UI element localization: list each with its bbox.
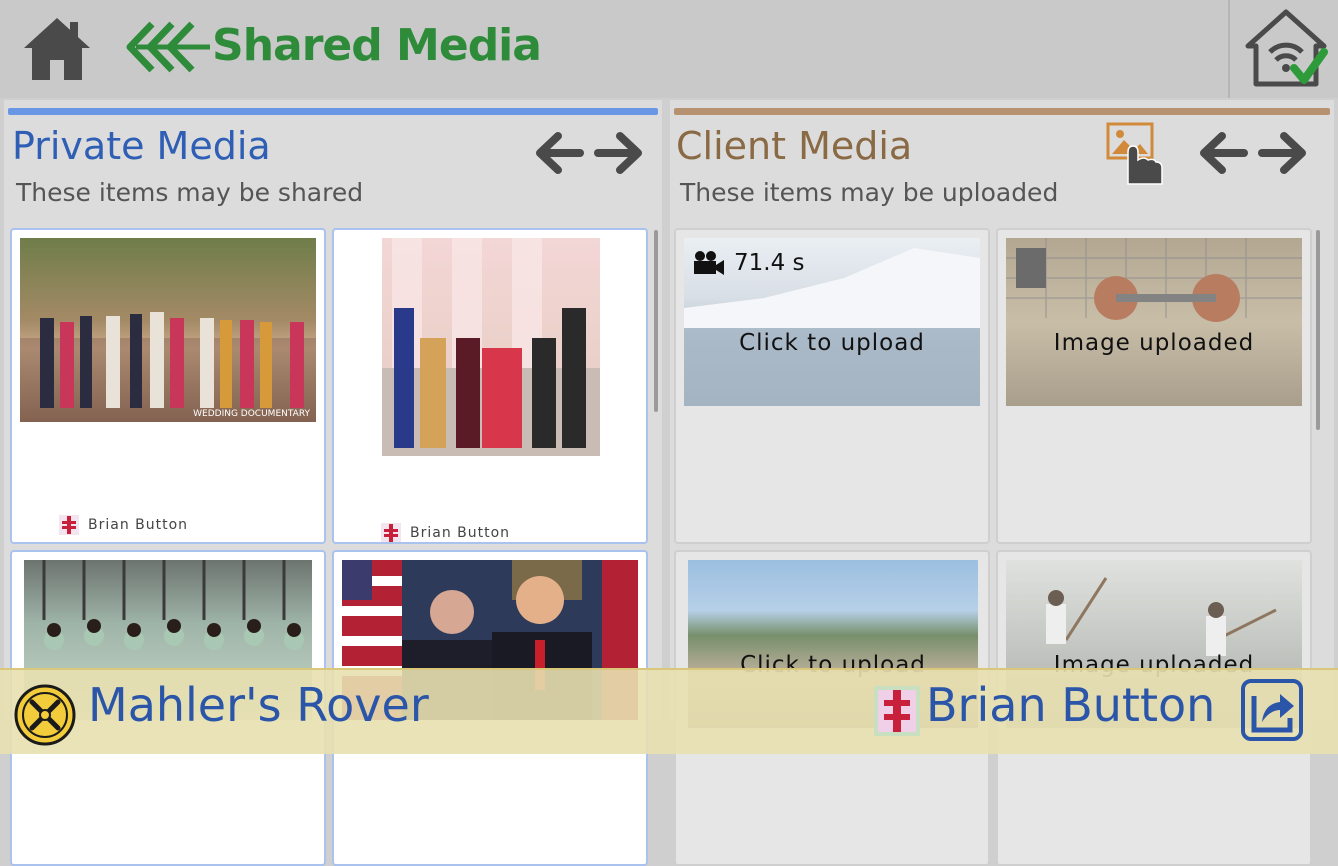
upload-status: Image uploaded [1053,330,1255,356]
arrow-left-icon [1200,132,1248,174]
client-media-item[interactable]: 71.4 s Click to upload [674,228,990,544]
home-wifi-check-icon [1245,9,1328,87]
client-media-subtitle: These items may be uploaded [680,178,1059,207]
private-next-button[interactable] [594,130,644,176]
item-owner: Brian Button [58,514,188,536]
private-accent-bar [8,108,658,115]
share-icon [1241,679,1303,741]
private-media-title: Private Media [12,124,271,168]
private-media-item[interactable]: Brian Button [332,228,648,544]
image-tap-icon [1106,122,1163,185]
item-owner: Brian Button [380,522,511,542]
header-divider [1228,0,1230,98]
client-scrollbar[interactable] [1316,230,1320,430]
client-next-button[interactable] [1258,130,1308,176]
client-accent-bar [674,108,1330,115]
private-nav [534,130,644,176]
footer-bar: Mahler's Rover Brian Button [0,668,1338,754]
client-media-title: Client Media [676,124,913,168]
client-media-item[interactable]: Image uploaded [996,228,1312,544]
private-scrollbar[interactable] [654,230,658,412]
arrow-right-icon [594,132,642,174]
private-media-item[interactable]: WEDDING DOCUMENTARY Brian Button [10,228,326,544]
pick-image-button[interactable] [1106,122,1164,188]
double-chevron-left-icon [126,21,210,73]
client-logo-icon [14,684,76,746]
app-header: Shared Media [0,0,1338,98]
media-thumbnail [382,238,600,456]
client-name: Mahler's Rover [88,678,429,732]
page-title: Shared Media [212,20,542,71]
item-owner-name: Brian Button [88,517,189,533]
user-avatar [874,686,920,736]
private-media-panel: Private Media These items may be shared [4,100,662,866]
client-logo-button[interactable] [14,684,76,746]
private-media-subtitle: These items may be shared [16,178,364,207]
connection-status-button[interactable] [1244,8,1328,90]
media-thumbnail: WEDDING DOCUMENTARY [20,238,316,422]
media-thumbnail: 71.4 s Click to upload [684,238,980,406]
video-meta: 71.4 s [692,250,805,276]
media-thumbnail: Image uploaded [1006,238,1302,406]
svg-text:WEDDING DOCUMENTARY: WEDDING DOCUMENTARY [193,409,310,419]
user-badge-icon [381,523,401,542]
client-media-panel: Client Media These items may be uploaded [670,100,1334,866]
upload-status: Click to upload [739,330,925,356]
home-icon [24,18,90,80]
share-button[interactable] [1240,678,1304,742]
arrow-right-icon [1258,132,1306,174]
video-camera-icon [694,251,724,275]
user-badge-icon [59,515,79,535]
client-nav [1198,130,1308,176]
video-duration: 71.4 s [734,250,805,276]
user-badge-icon [874,686,920,736]
client-prev-button[interactable] [1198,130,1248,176]
user-name: Brian Button [926,678,1216,732]
arrow-left-icon [536,132,584,174]
back-button[interactable] [122,20,212,74]
private-prev-button[interactable] [534,130,584,176]
home-button[interactable] [22,14,92,84]
item-owner-name: Brian Button [410,525,511,541]
